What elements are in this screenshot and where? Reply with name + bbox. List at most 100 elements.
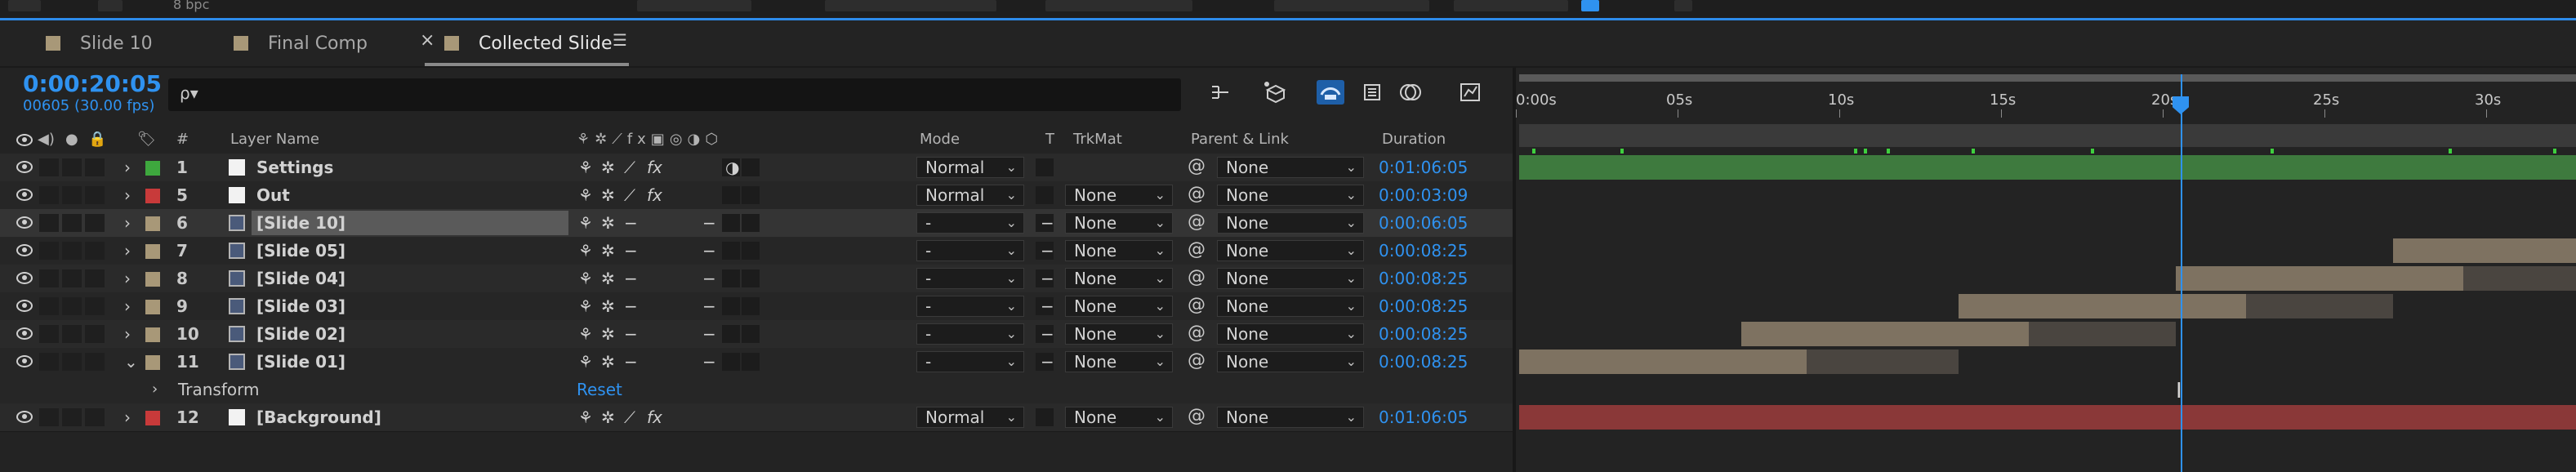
layer-bar-slide-02[interactable] [1741,322,2029,346]
quality-switch-icon[interactable]: − [624,320,638,348]
lock-toggle-box[interactable] [85,297,105,315]
layer-name[interactable]: [Slide 04] [256,265,345,292]
expand-layer-icon[interactable]: ⌄ [124,348,138,376]
layer-name[interactable]: Out [256,181,290,209]
lock-header-icon[interactable]: 🔒 [88,131,106,148]
layer-marker[interactable] [1620,149,1624,154]
expand-layer-icon[interactable]: › [124,403,131,431]
layer-marker[interactable] [1887,149,1890,154]
layer-row[interactable]: › 10 [Slide 02] ⚘ ✲ − − - ⌄ − None ⌄ @ Non… [0,320,1513,349]
adjustment-switch-box[interactable] [722,297,740,315]
layer-duration[interactable]: 0:00:06:05 [1379,209,1468,237]
parent-pickwhip-icon[interactable]: @ [1188,295,1206,315]
collapse-switch-icon[interactable]: ✲ [601,154,615,181]
solo-header-icon[interactable]: ● [65,131,78,148]
quality-switch-icon[interactable]: − [624,292,638,320]
parent-pickwhip-icon[interactable]: @ [1188,267,1206,287]
expand-layer-icon[interactable]: › [124,209,131,237]
close-tab-icon[interactable]: × [420,30,435,51]
effects-switch-icon[interactable]: fx [647,154,662,181]
layer-bar-slide-03[interactable] [1959,294,2246,318]
adjustment-switch-box[interactable] [722,325,740,343]
expand-layer-icon[interactable]: › [124,320,131,348]
video-toggle-eye-icon[interactable] [16,272,33,284]
layer-number-header[interactable]: # [176,131,189,148]
lock-toggle-box[interactable] [85,186,105,204]
tab-menu-icon[interactable]: ☰ [613,30,627,50]
collapse-switch-icon[interactable]: ✲ [601,265,615,292]
layer-duration[interactable]: 0:00:08:25 [1379,348,1468,376]
layer-row[interactable]: ⌄ 11 [Slide 01] ⚘ ✲ − − - ⌄ − None ⌄ @ Non… [0,348,1513,376]
layer-bar-slide-05[interactable] [2393,238,2576,263]
3d-switch-box[interactable] [742,158,760,176]
transform-group-row[interactable]: › Transform Reset [0,376,1513,404]
quality-switch-icon[interactable]: − [624,209,638,237]
switches-header-icons[interactable]: ⚘✲⟋fx▣◎◑⬡ [577,131,723,148]
layer-marker[interactable] [2553,149,2556,154]
parent-dropdown[interactable]: None ⌄ [1217,185,1364,206]
video-toggle-eye-icon[interactable] [16,244,33,256]
audio-toggle-box[interactable] [39,186,59,204]
shy-switch-icon[interactable]: ⚘ [578,237,593,265]
audio-toggle-box[interactable] [39,353,59,371]
3d-switch-box[interactable] [742,353,760,371]
collapse-switch-icon[interactable]: ✲ [601,209,615,237]
audio-toggle-box[interactable] [39,269,59,287]
layer-duration[interactable]: 0:01:06:05 [1379,154,1468,181]
layer-row[interactable]: › 9 [Slide 03] ⚘ ✲ − − - ⌄ − None ⌄ @ None… [0,292,1513,321]
parent-dropdown[interactable]: None ⌄ [1217,351,1364,372]
layer-marker[interactable] [2449,149,2452,154]
parent-pickwhip-icon[interactable]: @ [1188,239,1206,260]
collapse-switch-icon[interactable]: ✲ [601,237,615,265]
video-toggle-eye-icon[interactable] [16,355,33,367]
trkmat-dropdown[interactable]: None ⌄ [1065,212,1173,234]
bpc-label[interactable]: 8 bpc [173,0,209,12]
solo-toggle-box[interactable] [62,408,82,426]
layer-marker[interactable] [1532,149,1535,154]
timecode-field[interactable] [825,0,996,11]
parent-dropdown[interactable]: None ⌄ [1217,407,1364,428]
layer-label-color[interactable] [145,411,160,425]
motion-blur-switch-icon[interactable]: − [702,265,716,292]
label-header-icon[interactable]: 🏷 [137,131,156,148]
audio-toggle-box[interactable] [39,214,59,232]
collapse-switch-icon[interactable]: ✲ [601,292,615,320]
layer-marker[interactable] [2271,149,2274,154]
preserve-transparency-off-icon[interactable]: − [1041,209,1054,237]
layer-bar-background[interactable] [1519,405,2576,430]
current-time-display[interactable]: 0:00:20:05 [23,70,162,97]
solo-toggle-box[interactable] [62,186,82,204]
motion-blur-switch-icon[interactable]: − [702,209,716,237]
expand-layer-icon[interactable]: › [124,237,131,265]
layer-marker[interactable] [1864,149,1867,154]
mode-dropdown[interactable]: Normal ⌄ [916,407,1024,428]
mode-dropdown[interactable]: - ⌄ [916,296,1024,317]
tab-final-comp[interactable]: Final Comp [234,20,368,66]
layer-row[interactable]: › 7 [Slide 05] ⚘ ✲ − − - ⌄ − None ⌄ @ None… [0,237,1513,265]
lock-toggle-box[interactable] [85,325,105,343]
layer-name[interactable]: [Slide 03] [256,292,345,320]
video-toggle-eye-icon[interactable] [16,216,33,229]
draft-3d-icon[interactable] [1261,78,1289,106]
frame-blending-icon[interactable] [1361,80,1385,105]
current-time-indicator[interactable] [2181,74,2182,472]
shy-switch-icon[interactable]: ⚘ [578,209,593,237]
lock-toggle-box[interactable] [85,242,105,260]
grid-icon[interactable] [1674,0,1692,11]
collapse-switch-icon[interactable]: ✲ [601,348,615,376]
shy-switch-icon[interactable]: ⚘ [578,403,593,431]
lock-toggle-box[interactable] [85,408,105,426]
parent-pickwhip-icon[interactable]: @ [1188,156,1206,176]
lock-toggle-box[interactable] [85,214,105,232]
collapse-switch-icon[interactable]: ✲ [601,320,615,348]
video-toggle-header-icon[interactable] [16,134,33,146]
audio-header-icon[interactable]: ◀) [38,131,55,148]
quality-switch-icon[interactable]: ⟋ [624,181,635,209]
solo-toggle-box[interactable] [62,325,82,343]
mode-dropdown[interactable]: - ⌄ [916,351,1024,372]
layer-bar-settings[interactable] [1519,155,2576,180]
parent-pickwhip-icon[interactable]: @ [1188,406,1206,426]
layer-duration[interactable]: 0:00:03:09 [1379,181,1468,209]
layer-name[interactable]: [Slide 01] [256,348,345,376]
layer-label-color[interactable] [145,300,160,314]
